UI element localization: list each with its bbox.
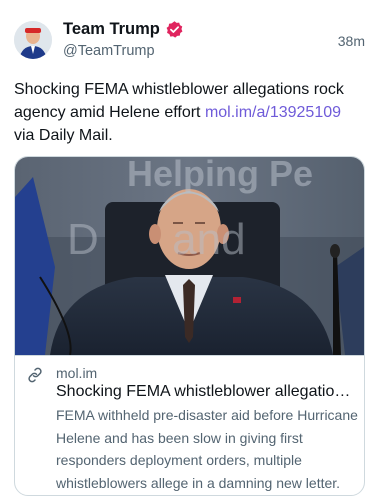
user-handle[interactable]: @TeamTrump (63, 43, 155, 59)
card-body[interactable]: mol.im Shocking FEMA whistleblower alleg… (15, 355, 364, 495)
post-header: Team Trump @TeamTrump 38m (14, 18, 365, 62)
image-sign-text-top: Helping Pe (127, 156, 314, 194)
post-suffix-text: via Daily Mail. (14, 127, 113, 144)
image-sign-text-bottom: D and (67, 215, 246, 264)
avatar[interactable] (14, 21, 52, 59)
post-timestamp[interactable]: 38m (338, 33, 365, 49)
post-text: Shocking FEMA whistleblower allegations … (14, 78, 363, 147)
link-icon (28, 367, 42, 383)
post-link[interactable]: mol.im/a/13925109 (205, 104, 341, 121)
card-domain[interactable]: mol.im (56, 365, 97, 381)
card-title[interactable]: Shocking FEMA whistleblower allegations … (56, 383, 356, 401)
verified-badge-icon (166, 21, 183, 38)
card-image[interactable]: Helping Pe D and (15, 156, 364, 356)
card-description: FEMA withheld pre-disaster aid before Hu… (56, 407, 358, 491)
post[interactable]: Team Trump @TeamTrump 38m Shocking FEMA … (0, 0, 379, 500)
name-row: Team Trump (63, 20, 184, 39)
display-name[interactable]: Team Trump (63, 20, 160, 39)
link-preview-card[interactable]: Helping Pe D and mol.im Shocking FEMA wh… (14, 156, 365, 496)
